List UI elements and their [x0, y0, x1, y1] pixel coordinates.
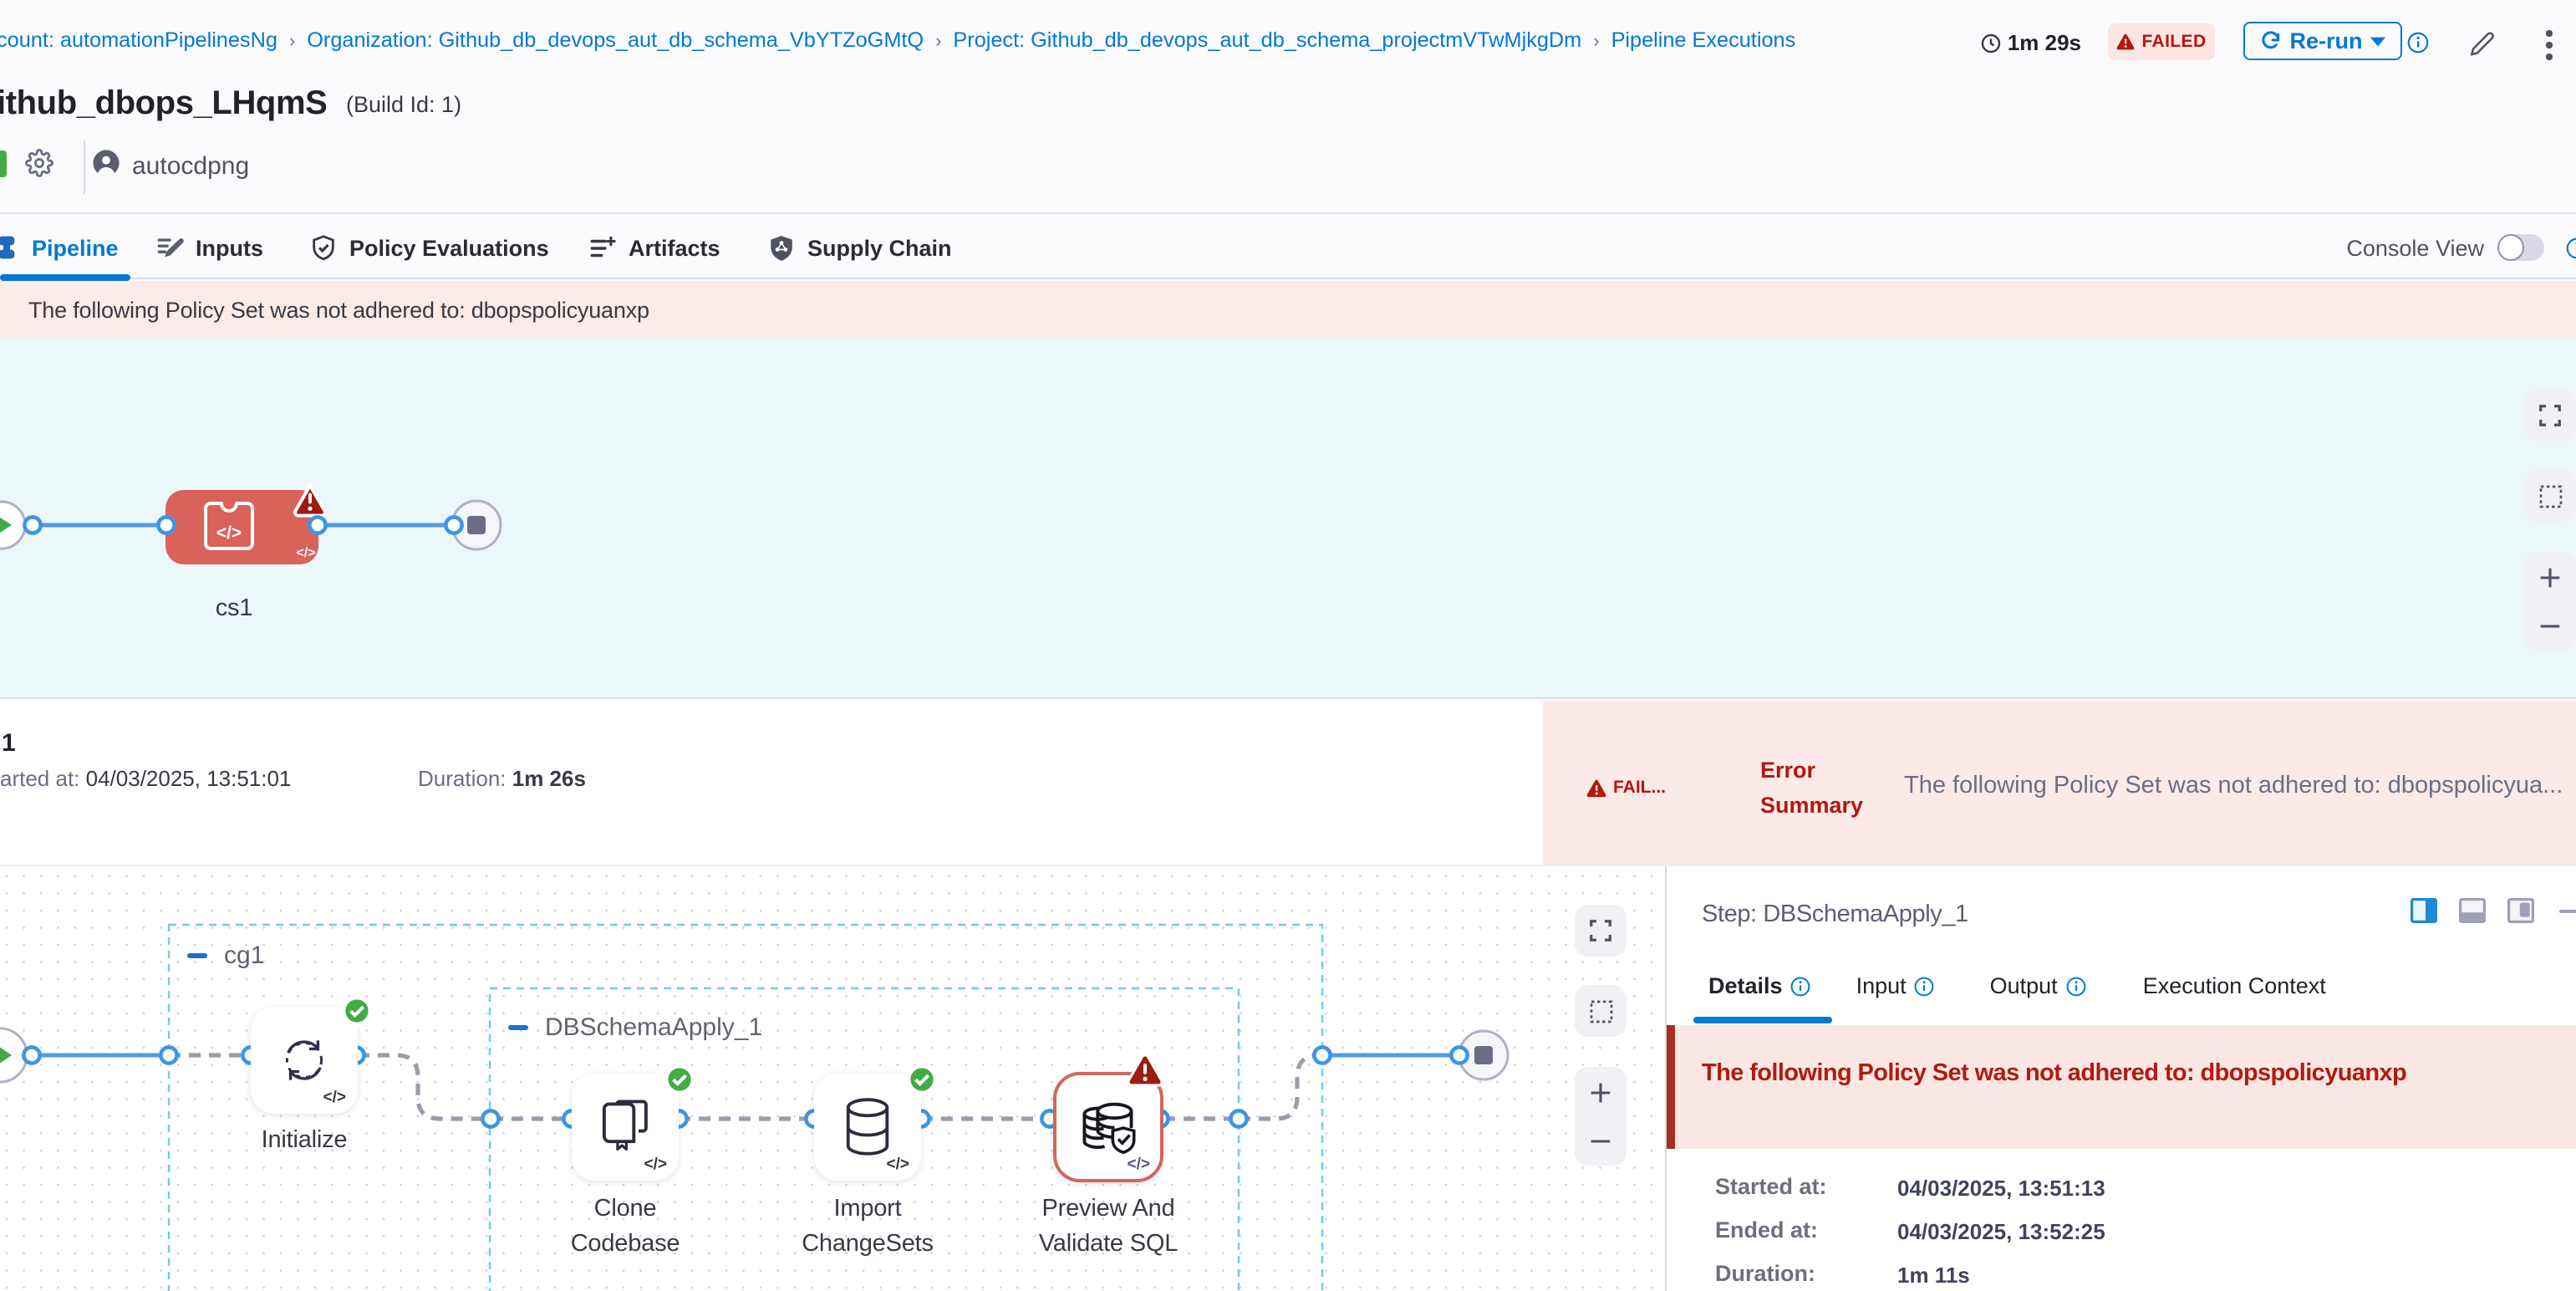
svg-text:</>: </>: [296, 546, 315, 560]
svg-text:</>: </>: [216, 523, 242, 543]
